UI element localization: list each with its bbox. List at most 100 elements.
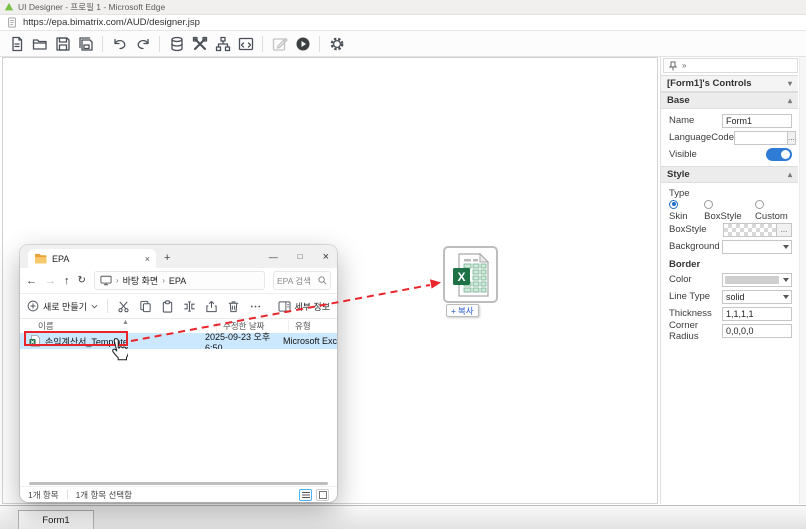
boxstyle-swatch[interactable] (723, 223, 777, 237)
collapse-panel-icon[interactable]: » (682, 61, 686, 70)
radio-selected-icon (669, 200, 678, 209)
search-input[interactable]: EPA 검색 (273, 271, 331, 290)
delete-button[interactable] (227, 300, 240, 313)
tools-icon (192, 36, 208, 52)
column-headers: ▲ 이름 수정한 날짜 유형 (20, 319, 337, 333)
designer-toolbar (0, 31, 806, 57)
corner-radius-input[interactable] (722, 324, 792, 338)
script-button[interactable] (234, 34, 257, 54)
url-text[interactable]: https://epa.bimatrix.com/AUD/designer.js… (23, 17, 200, 28)
name-input[interactable] (722, 114, 792, 128)
explorer-titlebar[interactable]: EPA × + — □ × (20, 245, 337, 268)
rename-button[interactable] (183, 300, 196, 313)
breadcrumb-folder[interactable]: EPA (169, 276, 186, 286)
toggle-knob (781, 150, 790, 159)
excel-drop-target[interactable]: X (443, 246, 498, 303)
settings-button[interactable] (325, 34, 348, 54)
tools-button[interactable] (188, 34, 211, 54)
settings-gear-icon (329, 36, 345, 52)
breadcrumb[interactable]: › 바탕 화면 › EPA (94, 271, 265, 290)
tab-close-icon[interactable]: × (145, 254, 150, 264)
browser-urlbar[interactable]: https://epa.bimatrix.com/AUD/designer.js… (0, 15, 806, 31)
explorer-tab[interactable]: EPA × (28, 249, 156, 268)
save-button[interactable] (51, 34, 74, 54)
view-buttons (299, 489, 329, 501)
language-code-row: LanguageCode ... (661, 129, 798, 146)
border-color-dropdown[interactable] (722, 273, 792, 287)
toolbar-separator (102, 36, 103, 52)
column-type[interactable]: 유형 (288, 320, 311, 332)
forward-button[interactable]: → (45, 275, 56, 287)
language-code-browse-button[interactable]: ... (788, 131, 796, 145)
open-folder-icon (32, 36, 48, 52)
redo-button[interactable] (131, 34, 154, 54)
language-code-input[interactable] (734, 131, 788, 145)
save-all-icon (78, 36, 94, 52)
run-icon (295, 36, 311, 52)
new-file-button[interactable] (5, 34, 28, 54)
new-item-button[interactable]: 새로 만들기 (27, 300, 98, 313)
visible-toggle[interactable] (766, 148, 792, 161)
thickness-input[interactable] (722, 307, 792, 321)
paste-button[interactable] (161, 300, 174, 313)
edit-button[interactable] (268, 34, 291, 54)
panel-scrollbar[interactable] (799, 57, 806, 504)
copy-button[interactable] (139, 300, 152, 313)
radio-boxstyle[interactable]: BoxStyle (704, 200, 745, 222)
scrollbar-thumb[interactable] (29, 482, 328, 485)
controls-header-label: [Form1]'s Controls (667, 78, 752, 89)
toolbar-separator (262, 36, 263, 52)
file-row[interactable]: 손익계산서_Template 2025-09-23 오후 6:50 Micros… (20, 333, 337, 349)
close-button[interactable]: × (323, 251, 329, 263)
base-section-header[interactable]: Base ▴ (661, 92, 798, 109)
radio-boxstyle-label: BoxStyle (704, 211, 742, 222)
browser-titlebar: UI Designer - 프로필 1 - Microsoft Edge (0, 0, 806, 15)
svg-text:X: X (457, 270, 465, 284)
style-section-header[interactable]: Style ▴ (661, 166, 798, 183)
thickness-label: Thickness (669, 308, 722, 319)
details-layout-button[interactable] (299, 489, 312, 501)
breadcrumb-desktop[interactable]: 바탕 화면 (123, 274, 159, 287)
bottom-tab-bar: Form1 (0, 505, 806, 529)
controls-header[interactable]: [Form1]'s Controls ▾ (661, 75, 798, 92)
page-info-icon (7, 17, 17, 28)
save-all-button[interactable] (74, 34, 97, 54)
radio-skin[interactable]: Skin (669, 200, 694, 222)
undo-button[interactable] (108, 34, 131, 54)
refresh-button[interactable]: ↻ (78, 275, 86, 286)
background-dropdown[interactable] (722, 240, 792, 254)
pin-icon[interactable] (669, 61, 677, 71)
file-name: 손익계산서_Template (45, 335, 205, 348)
cut-icon (117, 300, 130, 313)
details-view-button[interactable]: 세부 정보 (278, 300, 330, 313)
radio-custom[interactable]: Custom (755, 200, 792, 222)
save-icon (55, 36, 71, 52)
boxstyle-browse-button[interactable]: ... (777, 223, 792, 237)
maximize-button[interactable]: □ (298, 252, 303, 261)
cut-button[interactable] (117, 300, 130, 313)
large-icons-layout-button[interactable] (316, 489, 329, 501)
file-explorer-window[interactable]: EPA × + — □ × ← → ↑ ↻ › 바탕 화면 › EPA E (20, 245, 337, 502)
line-type-dropdown[interactable]: solid (722, 290, 792, 304)
app-logo-icon (4, 2, 14, 12)
undo-icon (112, 36, 128, 52)
window-controls: — □ × (269, 245, 329, 268)
share-button[interactable] (205, 300, 218, 313)
minimize-button[interactable]: — (269, 252, 278, 262)
run-button[interactable] (291, 34, 314, 54)
ellipsis-icon (249, 300, 262, 313)
open-button[interactable] (28, 34, 51, 54)
explorer-empty-area[interactable] (20, 349, 337, 480)
style-section-label: Style (667, 169, 690, 180)
column-date-modified[interactable]: 수정한 날짜 (216, 320, 288, 332)
background-row: Background (661, 238, 798, 255)
database-button[interactable] (165, 34, 188, 54)
new-tab-button[interactable]: + (164, 252, 170, 264)
tab-form1[interactable]: Form1 (18, 510, 94, 529)
more-options-button[interactable] (249, 300, 262, 313)
up-button[interactable]: ↑ (64, 275, 70, 287)
hierarchy-button[interactable] (211, 34, 234, 54)
back-button[interactable]: ← (26, 275, 37, 287)
script-window-icon (238, 36, 254, 52)
status-divider (67, 490, 68, 499)
